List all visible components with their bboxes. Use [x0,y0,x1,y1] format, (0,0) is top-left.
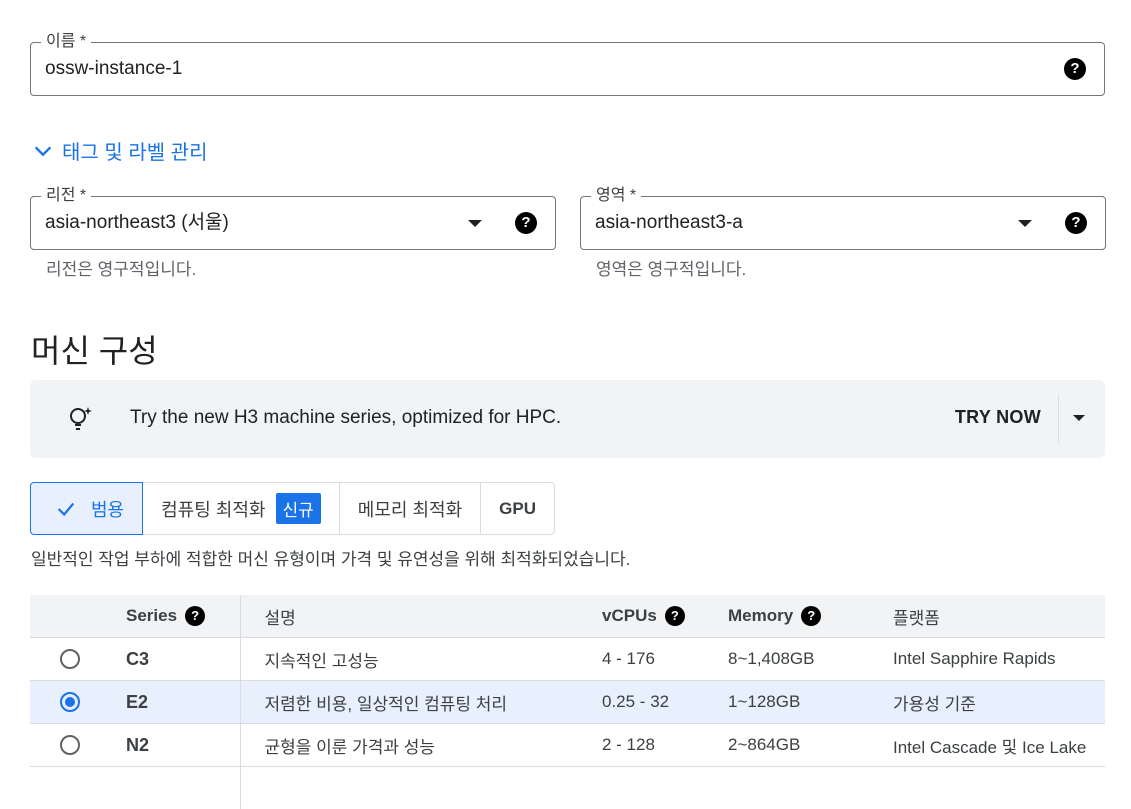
triangle-down-icon[interactable] [1073,415,1085,421]
memory-cell: 1~128GB [728,681,883,724]
header-series: Series? [110,595,240,638]
tab-label: GPU [499,499,536,519]
platform-cell: 가용성 기준 [883,681,1105,724]
vcpus-cell: 2 - 128 [586,724,728,767]
try-now-button[interactable]: TRY NOW [955,407,1041,428]
description-cell: 저렴한 비용, 일상적인 컴퓨팅 처리 [240,681,586,724]
check-icon [55,498,77,520]
radio-icon[interactable] [60,735,80,755]
name-field-value[interactable]: ossw-instance-1 [45,57,182,81]
region-field-value: asia-northeast3 (서울) [45,211,229,235]
banner-divider [1058,395,1059,443]
lightbulb-sparkle-icon [66,404,96,434]
table-header-row: Series? 설명 vCPUs? Memory? 플랫폼 [30,595,1105,638]
header-platform: 플랫폼 [883,595,1105,638]
name-field[interactable]: 이름 * ossw-instance-1 ? [30,42,1105,96]
help-icon[interactable]: ? [515,212,537,234]
radio-icon[interactable] [60,692,80,712]
description-cell: 균형을 이룬 가격과 성능 [240,724,586,767]
header-vcpus: vCPUs? [586,595,728,638]
region-select[interactable]: 리전 * asia-northeast3 (서울) ? [30,196,556,250]
region-hint: 리전은 영구적입니다. [46,255,196,280]
zone-hint: 영역은 영구적입니다. [596,255,746,280]
zone-field-value: asia-northeast3-a [595,211,743,235]
header-memory: Memory? [728,595,883,638]
table-row[interactable]: E2 저렴한 비용, 일상적인 컴퓨팅 처리 0.25 - 32 1~128GB… [30,681,1105,724]
tab-compute-optimized[interactable]: 컴퓨팅 최적화 신규 [143,482,340,535]
zone-select[interactable]: 영역 * asia-northeast3-a ? [580,196,1106,250]
region-field-label: 리전 * [41,185,91,207]
help-icon[interactable]: ? [185,606,205,626]
memory-cell: 8~1,408GB [728,638,883,681]
description-cell: 지속적인 고성능 [240,638,586,681]
platform-cell: Intel Sapphire Rapids [883,638,1105,681]
vcpus-cell: 0.25 - 32 [586,681,728,724]
machine-family-tabs: 범용 컴퓨팅 최적화 신규 메모리 최적화 GPU [30,482,555,535]
banner-text: Try the new H3 machine series, optimized… [130,407,561,429]
promo-banner: Try the new H3 machine series, optimized… [30,380,1105,458]
tab-label: 범용 [91,496,124,522]
tab-label: 메모리 최적화 [358,496,462,522]
tab-general-purpose[interactable]: 범용 [30,482,143,535]
help-icon[interactable]: ? [1065,212,1087,234]
help-icon[interactable]: ? [1064,58,1086,80]
platform-cell: Intel Cascade 및 Ice Lake [883,724,1105,767]
manage-tags-labels-link[interactable]: 태그 및 라벨 관리 [32,136,207,165]
table-row[interactable]: C3 지속적인 고성능 4 - 176 8~1,408GB Intel Sapp… [30,638,1105,681]
tab-description: 일반적인 작업 부하에 적합한 머신 유형이며 가격 및 유연성을 위해 최적화… [31,545,630,570]
machine-config-title: 머신 구성 [31,326,158,372]
table-row[interactable]: N2 균형을 이룬 가격과 성능 2 - 128 2~864GB Intel C… [30,724,1105,767]
zone-field-label: 영역 * [591,185,641,207]
triangle-down-icon[interactable] [1018,220,1032,227]
chevron-down-icon [32,140,54,162]
vcpus-cell: 4 - 176 [586,638,728,681]
header-description: 설명 [240,595,586,638]
new-badge: 신규 [276,493,321,524]
series-cell: C3 [110,638,240,681]
triangle-down-icon[interactable] [468,220,482,227]
radio-icon[interactable] [60,649,80,669]
header-radio [30,595,110,638]
series-cell: N2 [110,724,240,767]
table-row [30,767,1105,809]
tab-memory-optimized[interactable]: 메모리 최적화 [340,482,481,535]
tab-gpu[interactable]: GPU [481,482,555,535]
help-icon[interactable]: ? [665,606,685,626]
name-field-label: 이름 * [41,31,91,53]
memory-cell: 2~864GB [728,724,883,767]
series-cell: E2 [110,681,240,724]
tab-label: 컴퓨팅 최적화 [161,496,265,522]
help-icon[interactable]: ? [801,606,821,626]
manage-tags-labels-label: 태그 및 라벨 관리 [62,136,207,165]
